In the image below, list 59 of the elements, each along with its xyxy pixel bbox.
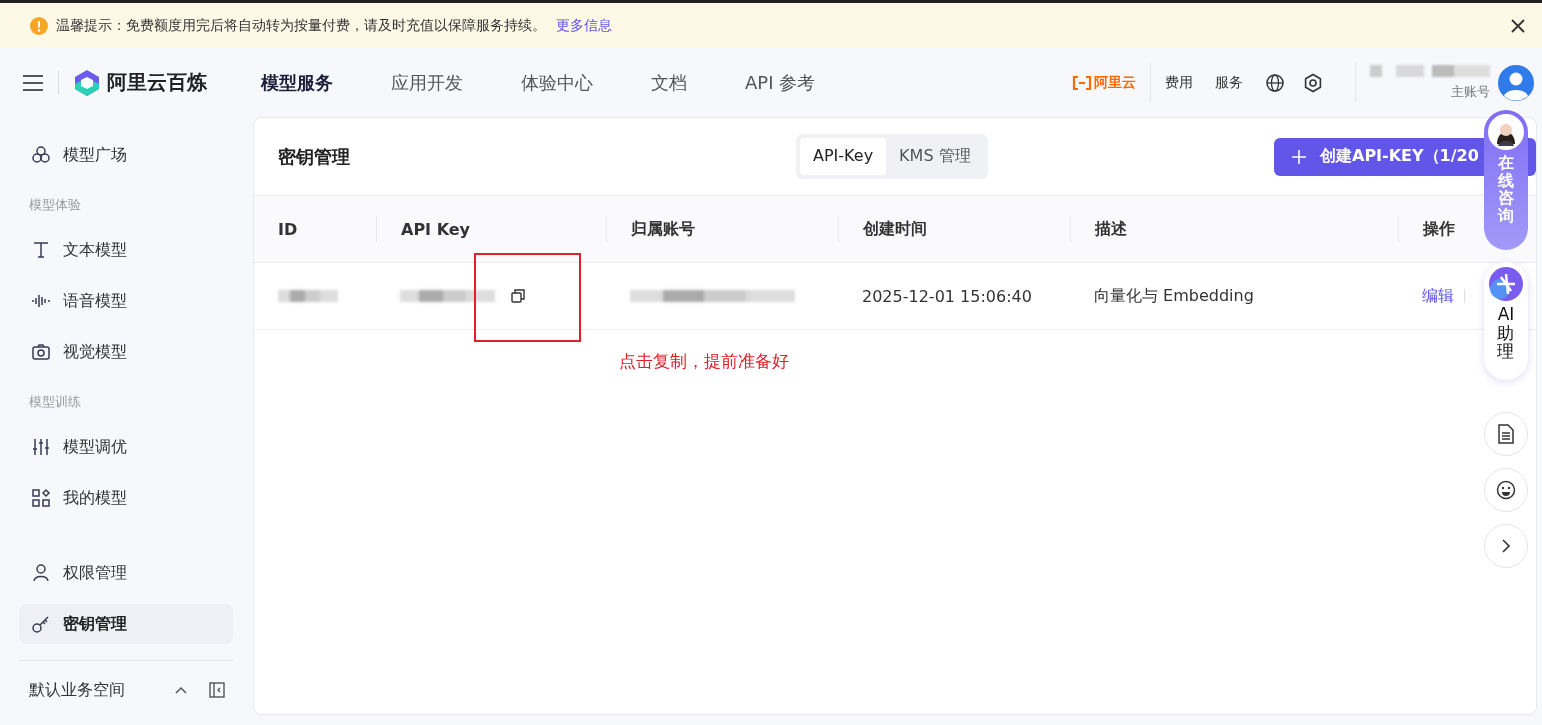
table-cell-text: 2025-12-01 15:06:40: [861, 285, 1033, 308]
key-icon: [31, 614, 51, 634]
page-title: 密钥管理: [278, 144, 351, 169]
warning-icon: [30, 16, 48, 35]
sidebar-section-label: 模型训练: [28, 393, 82, 411]
sparkle-icon: [1489, 267, 1523, 301]
sidebar-item[interactable]: 模型广场: [19, 135, 233, 175]
column-header: 描述: [1070, 216, 1398, 242]
nav-tab[interactable]: 应用开发: [391, 70, 463, 95]
sidebar-section-label: 模型体验: [28, 196, 82, 214]
segment-tab[interactable]: KMS 管理: [886, 138, 984, 175]
nav-tab[interactable]: 体验中心: [521, 70, 593, 95]
notice-text: 温馨提示：免费额度用完后将自动转为按量付费，请及时充值以保障服务持续。: [56, 16, 546, 35]
text-icon: [31, 240, 51, 260]
chevron-up-icon[interactable]: [175, 686, 187, 694]
column-header: ID: [277, 218, 299, 241]
user-icon: [31, 563, 51, 583]
camera-icon: [31, 342, 51, 362]
account-role: 主账号: [1451, 82, 1490, 101]
menu-icon[interactable]: [22, 73, 44, 92]
logo-icon: [73, 68, 101, 97]
sidebar-item[interactable]: 文本模型: [19, 230, 233, 270]
header-link[interactable]: 费用: [1165, 73, 1193, 92]
sliders-icon: [31, 437, 51, 457]
settings-icon[interactable]: [1303, 72, 1323, 93]
smiley-icon: [1496, 480, 1516, 500]
chevron-right-icon: [1501, 538, 1511, 554]
column-header: 创建时间: [838, 216, 1070, 242]
nav-tab[interactable]: 模型服务: [261, 70, 333, 95]
sidebar-item[interactable]: 我的模型: [19, 478, 233, 518]
sidebar-item[interactable]: 密钥管理: [19, 604, 233, 644]
nav-tab[interactable]: 文档: [651, 70, 687, 95]
workspace-name: 默认业务空间: [29, 679, 126, 701]
close-icon[interactable]: [1510, 17, 1526, 34]
edit-link[interactable]: 编辑: [1422, 285, 1454, 307]
annotation-text: 点击复制，提前准备好: [619, 350, 789, 373]
sidebar-item[interactable]: 视觉模型: [19, 332, 233, 372]
agent-avatar-icon: [1488, 114, 1524, 150]
column-header: 归属账号: [606, 216, 838, 242]
segment-tab[interactable]: API-Key: [800, 138, 887, 175]
plus-icon: [1292, 149, 1306, 164]
column-header: API Key: [376, 216, 606, 242]
sidebar-item[interactable]: 权限管理: [19, 553, 233, 593]
header-link[interactable]: 服务: [1215, 73, 1243, 92]
table-cell-text: 向量化与 Embedding: [1093, 284, 1255, 307]
avatar-icon[interactable]: [1498, 64, 1534, 101]
nav-tab[interactable]: API 参考: [745, 70, 816, 95]
grid-icon: [31, 488, 51, 508]
ai-assistant-button[interactable]: AI助理: [1484, 262, 1528, 380]
product-logo-text: 阿里云百炼: [107, 69, 207, 96]
blurred-text: [278, 290, 338, 302]
copy-icon[interactable]: [511, 289, 525, 303]
sidebar-item[interactable]: 语音模型: [19, 281, 233, 321]
globe-icon[interactable]: [1265, 72, 1285, 93]
collapse-sidebar-icon[interactable]: [209, 682, 225, 698]
document-icon: [1497, 424, 1515, 444]
sidebar-item[interactable]: 模型调优: [19, 427, 233, 467]
more-info-link[interactable]: 更多信息: [556, 16, 612, 35]
circles-icon: [31, 145, 51, 165]
